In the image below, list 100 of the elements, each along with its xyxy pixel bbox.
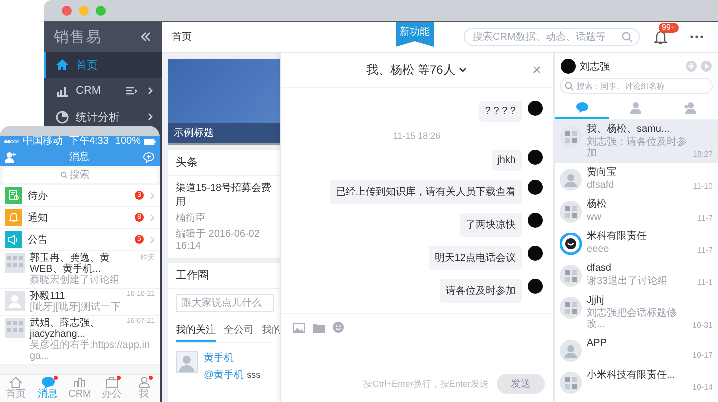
chat-preview: 蔡晓宏创建了讨论组 bbox=[30, 275, 121, 286]
author-name: 楠衍臣 bbox=[176, 212, 207, 225]
message-preview: dfsafd bbox=[587, 180, 616, 191]
chat-icon bbox=[42, 377, 54, 388]
building-icon bbox=[74, 377, 86, 388]
conversation-item[interactable]: 杨松 ww 11-7 bbox=[555, 195, 718, 227]
message-bubble: jhkh bbox=[492, 150, 522, 171]
conversation-item[interactable]: Jjjhj 刘志强把会话标题修改... 10-31 bbox=[555, 291, 718, 334]
conversation-item[interactable]: APP 10-17 bbox=[555, 334, 718, 366]
message-time: 10-17 bbox=[692, 351, 713, 360]
image-icon[interactable] bbox=[293, 322, 305, 332]
search-field[interactable]: 搜索 bbox=[3, 168, 157, 183]
message-time: 11-7 bbox=[698, 214, 713, 223]
notification-badge: 99+ bbox=[659, 22, 679, 32]
chat-preview: 吴彦祖的右手:https://app.inga... bbox=[30, 340, 152, 362]
message-bubble: 已经上传到知识库，请有关人员下载查看 bbox=[330, 180, 522, 204]
conversation-item[interactable]: 小米科技有限责任... 10-14 bbox=[555, 366, 718, 398]
conversation-item[interactable]: 我、杨松、samu... 刘志强：请各位及时参加 18:27 bbox=[555, 120, 718, 163]
message-time: 11-7 bbox=[698, 246, 713, 255]
chevron-right-icon bbox=[150, 236, 155, 244]
play-icon[interactable] bbox=[701, 61, 712, 72]
chat-icon bbox=[576, 102, 589, 113]
carrier-name: 中国移动 bbox=[23, 136, 63, 148]
avatar-icon bbox=[176, 351, 198, 373]
battery-icon bbox=[144, 139, 156, 145]
avatar-icon bbox=[528, 279, 543, 294]
sidebar-item[interactable]: 统计分析 bbox=[44, 104, 162, 130]
conversation-name: 小米科技有限责任... bbox=[587, 370, 676, 382]
collapse-icon[interactable] bbox=[140, 32, 152, 42]
battery-level: 100% bbox=[115, 136, 141, 148]
conversation-name: 米科有限责任 bbox=[587, 231, 648, 243]
conversation-item[interactable]: dfasd 谢33退出了讨论组 11-1 bbox=[555, 259, 718, 291]
conversation-name: 贾向宝 bbox=[587, 167, 618, 179]
add-icon[interactable] bbox=[686, 61, 697, 72]
breadcrumb[interactable]: 首页 bbox=[162, 30, 286, 44]
signal-icon bbox=[4, 140, 20, 144]
avatar-icon bbox=[528, 180, 543, 195]
feed-tab[interactable]: 我的关注 bbox=[176, 320, 216, 342]
group-avatar-icon bbox=[5, 253, 25, 273]
author-link[interactable]: 黄手机 bbox=[204, 351, 261, 365]
chat-name: 武娟、薛志强、jiacyzhang... bbox=[30, 318, 101, 340]
chat-preview: [呲牙][呲牙]测试一下 bbox=[30, 302, 122, 313]
group-avatar-icon bbox=[560, 297, 582, 319]
message-preview: 谢33退出了讨论组 bbox=[587, 276, 670, 287]
close-icon[interactable] bbox=[533, 66, 541, 74]
contact-search-field[interactable]: 搜索：同事、讨论组名称 bbox=[560, 78, 713, 94]
person-avatar-icon bbox=[5, 291, 25, 311]
chat-title[interactable]: 我、杨松 等76人 bbox=[366, 62, 456, 78]
person-icon bbox=[138, 377, 150, 388]
chevron-right-icon bbox=[148, 87, 154, 95]
sidebar-item[interactable]: CRM bbox=[44, 78, 162, 104]
post-input[interactable]: 跟大家说点儿什么 bbox=[176, 294, 274, 312]
chat-add-icon[interactable] bbox=[143, 152, 155, 162]
conversation-item[interactable]: 贾向宝 dfsafd 11-10 bbox=[555, 163, 718, 195]
message-time: 11-1 bbox=[698, 278, 713, 287]
chevron-down-icon[interactable] bbox=[459, 67, 468, 73]
maximize-window-icon[interactable] bbox=[96, 6, 106, 16]
contacts-icon[interactable] bbox=[5, 152, 16, 162]
headline-link[interactable]: 渠道15-18号招募会费用 bbox=[176, 181, 274, 209]
category-label: 待办 bbox=[28, 190, 49, 202]
pie-chart-icon bbox=[56, 110, 69, 124]
message-preview: 刘志强：请各位及时参加 bbox=[587, 137, 688, 159]
feed-tab[interactable]: 全公司 bbox=[224, 320, 254, 342]
message-bubble: 了两块凉快 bbox=[460, 213, 522, 237]
avatar-icon bbox=[528, 213, 543, 228]
search-icon[interactable] bbox=[622, 32, 633, 43]
conversation-item[interactable]: 米科有限责任 eeee 11-7 bbox=[555, 227, 718, 259]
conversation-name: 杨松 bbox=[587, 199, 608, 211]
person-avatar-icon bbox=[560, 169, 582, 191]
group-avatar-icon bbox=[560, 126, 582, 148]
avatar-icon bbox=[528, 246, 543, 261]
minimize-window-icon[interactable] bbox=[79, 6, 89, 16]
more-icon[interactable] bbox=[690, 35, 704, 39]
screen-title: 消息 bbox=[70, 150, 90, 164]
emoji-icon[interactable] bbox=[333, 322, 344, 333]
briefcase-icon bbox=[106, 377, 118, 388]
avatar-icon bbox=[528, 101, 543, 116]
edit-time: 编辑于 2016-06-02 16:14 bbox=[176, 228, 261, 252]
home-icon bbox=[56, 59, 69, 71]
home-icon bbox=[10, 377, 22, 388]
sidebar-item[interactable]: 首页 bbox=[44, 52, 162, 78]
mention-link[interactable]: @黄手机 bbox=[204, 368, 244, 382]
message-preview: ww bbox=[587, 212, 602, 223]
banner-image[interactable]: 示例标题 bbox=[168, 59, 280, 145]
bell-icon[interactable] bbox=[654, 30, 668, 44]
search-field[interactable]: 搜索CRM数据、动态、话题等 bbox=[464, 28, 640, 46]
person-avatar-icon bbox=[560, 340, 582, 362]
user-name: 刘志强 bbox=[580, 60, 611, 74]
logo: 销售易 bbox=[54, 28, 102, 46]
message-preview: eeee bbox=[587, 244, 610, 255]
category-label: 公告 bbox=[28, 234, 49, 246]
avatar-icon bbox=[528, 150, 543, 165]
chevron-right-icon bbox=[148, 113, 154, 121]
group-avatar-icon bbox=[560, 265, 582, 287]
message-preview: 刘志强把会话标题修改... bbox=[587, 308, 678, 330]
message-bubble: 请各位及时参加 bbox=[440, 279, 522, 303]
list-icon[interactable] bbox=[126, 87, 137, 95]
folder-icon[interactable] bbox=[313, 322, 325, 332]
post-text: sss bbox=[247, 370, 261, 380]
close-window-icon[interactable] bbox=[62, 6, 72, 16]
